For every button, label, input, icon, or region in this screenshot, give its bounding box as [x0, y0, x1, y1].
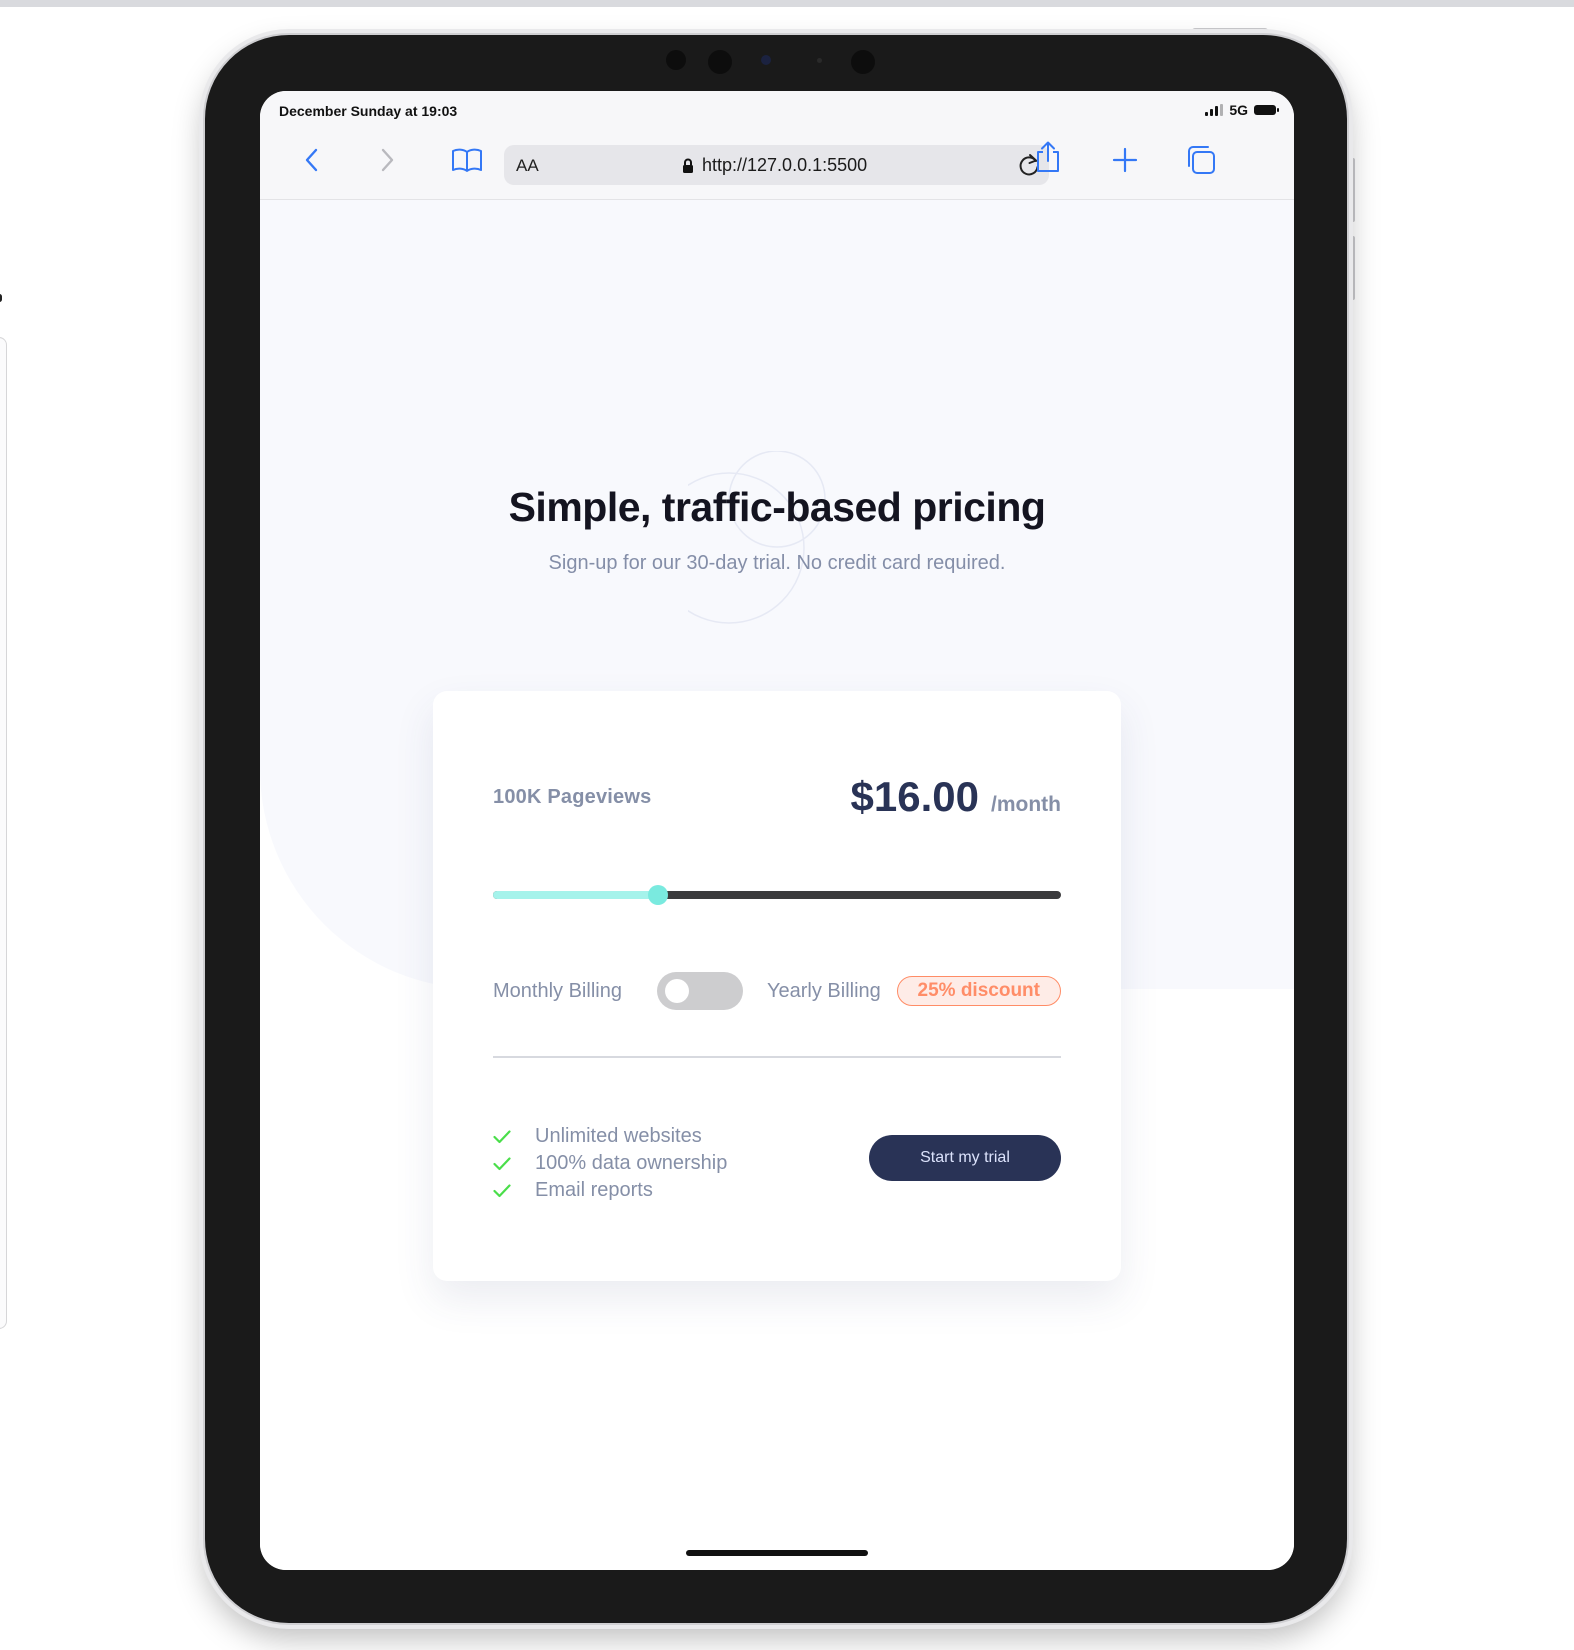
decorative-circles-pattern — [688, 451, 826, 624]
camera-sensor — [708, 50, 732, 74]
tabs-icon — [1188, 146, 1215, 174]
share-button[interactable] — [1033, 141, 1063, 172]
card-divider — [493, 1056, 1061, 1058]
monthly-billing-label: Monthly Billing — [493, 980, 622, 1002]
network-label: 5G — [1229, 102, 1248, 118]
ipad-volume-up-button — [1350, 158, 1355, 222]
price-amount: $16.00 — [850, 773, 980, 820]
toggle-knob — [665, 979, 689, 1003]
host-side-panel — [0, 337, 7, 1329]
address-bar[interactable]: AA http://127.0.0.1:5500 — [504, 145, 1049, 185]
lock-icon — [683, 158, 693, 173]
feature-text: 100% data ownership — [535, 1152, 728, 1174]
page-subtitle: Sign-up for our 30-day trial. No credit … — [548, 552, 1006, 574]
bookmarks-icon — [452, 148, 482, 172]
pageviews-label: 100K Pageviews — [493, 786, 652, 808]
camera-sensor — [851, 50, 875, 74]
text-size-button[interactable]: AA — [516, 156, 539, 176]
host-side-marker — [0, 294, 2, 302]
slider-fill — [493, 891, 658, 899]
back-button[interactable] — [297, 146, 325, 174]
web-page: Simple, traffic-based pricing Sign-up fo… — [260, 200, 1294, 1570]
feature-item: Unlimited websites — [493, 1123, 727, 1150]
feature-text: Email reports — [535, 1179, 653, 1201]
feature-item: Email reports — [493, 1177, 727, 1204]
bookmarks-button[interactable] — [450, 146, 484, 174]
feature-text: Unlimited websites — [535, 1125, 702, 1147]
billing-toggle-row: Monthly Billing Yearly Billing 25% disco… — [493, 972, 1061, 1012]
signal-icon — [1205, 104, 1224, 116]
battery-icon — [1254, 105, 1279, 115]
forward-icon — [381, 148, 394, 172]
status-indicators: 5G — [1205, 102, 1279, 118]
new-tab-button[interactable] — [1111, 146, 1139, 174]
safari-toolbar: December Sunday at 19:03 5G AA http://12… — [260, 91, 1294, 200]
pricing-card: 100K Pageviews $16.00 /month Monthly Bil… — [433, 691, 1121, 1281]
host-window-topbar — [0, 0, 1574, 7]
share-icon — [1037, 141, 1059, 172]
price-display: $16.00 /month — [851, 773, 1061, 821]
page-title: Simple, traffic-based pricing — [508, 484, 1046, 530]
check-icon — [493, 1183, 515, 1198]
start-trial-button[interactable]: Start my trial — [869, 1135, 1061, 1181]
check-icon — [493, 1156, 515, 1171]
forward-button[interactable] — [374, 146, 402, 174]
billing-toggle[interactable] — [657, 972, 743, 1010]
feature-item: 100% data ownership — [493, 1150, 727, 1177]
discount-badge: 25% discount — [896, 976, 1061, 1006]
ipad-screen: December Sunday at 19:03 5G AA http://12… — [260, 91, 1294, 1570]
back-icon — [305, 148, 318, 172]
ipad-volume-down-button — [1350, 236, 1355, 300]
tabs-button[interactable] — [1185, 146, 1217, 174]
url-text: http://127.0.0.1:5500 — [702, 155, 868, 175]
home-indicator — [686, 1550, 868, 1556]
camera-dot — [817, 58, 822, 63]
camera-sensor — [666, 50, 686, 70]
new-tab-icon — [1112, 147, 1138, 173]
yearly-billing-label: Yearly Billing — [767, 980, 881, 1002]
price-period: /month — [991, 793, 1061, 816]
status-time: December Sunday at 19:03 — [279, 103, 458, 119]
feature-list: Unlimited websites 100% data ownership E… — [493, 1123, 727, 1204]
pageviews-slider[interactable] — [493, 885, 1061, 905]
camera-lens — [761, 55, 771, 65]
slider-thumb[interactable] — [647, 885, 668, 905]
check-icon — [493, 1129, 515, 1144]
